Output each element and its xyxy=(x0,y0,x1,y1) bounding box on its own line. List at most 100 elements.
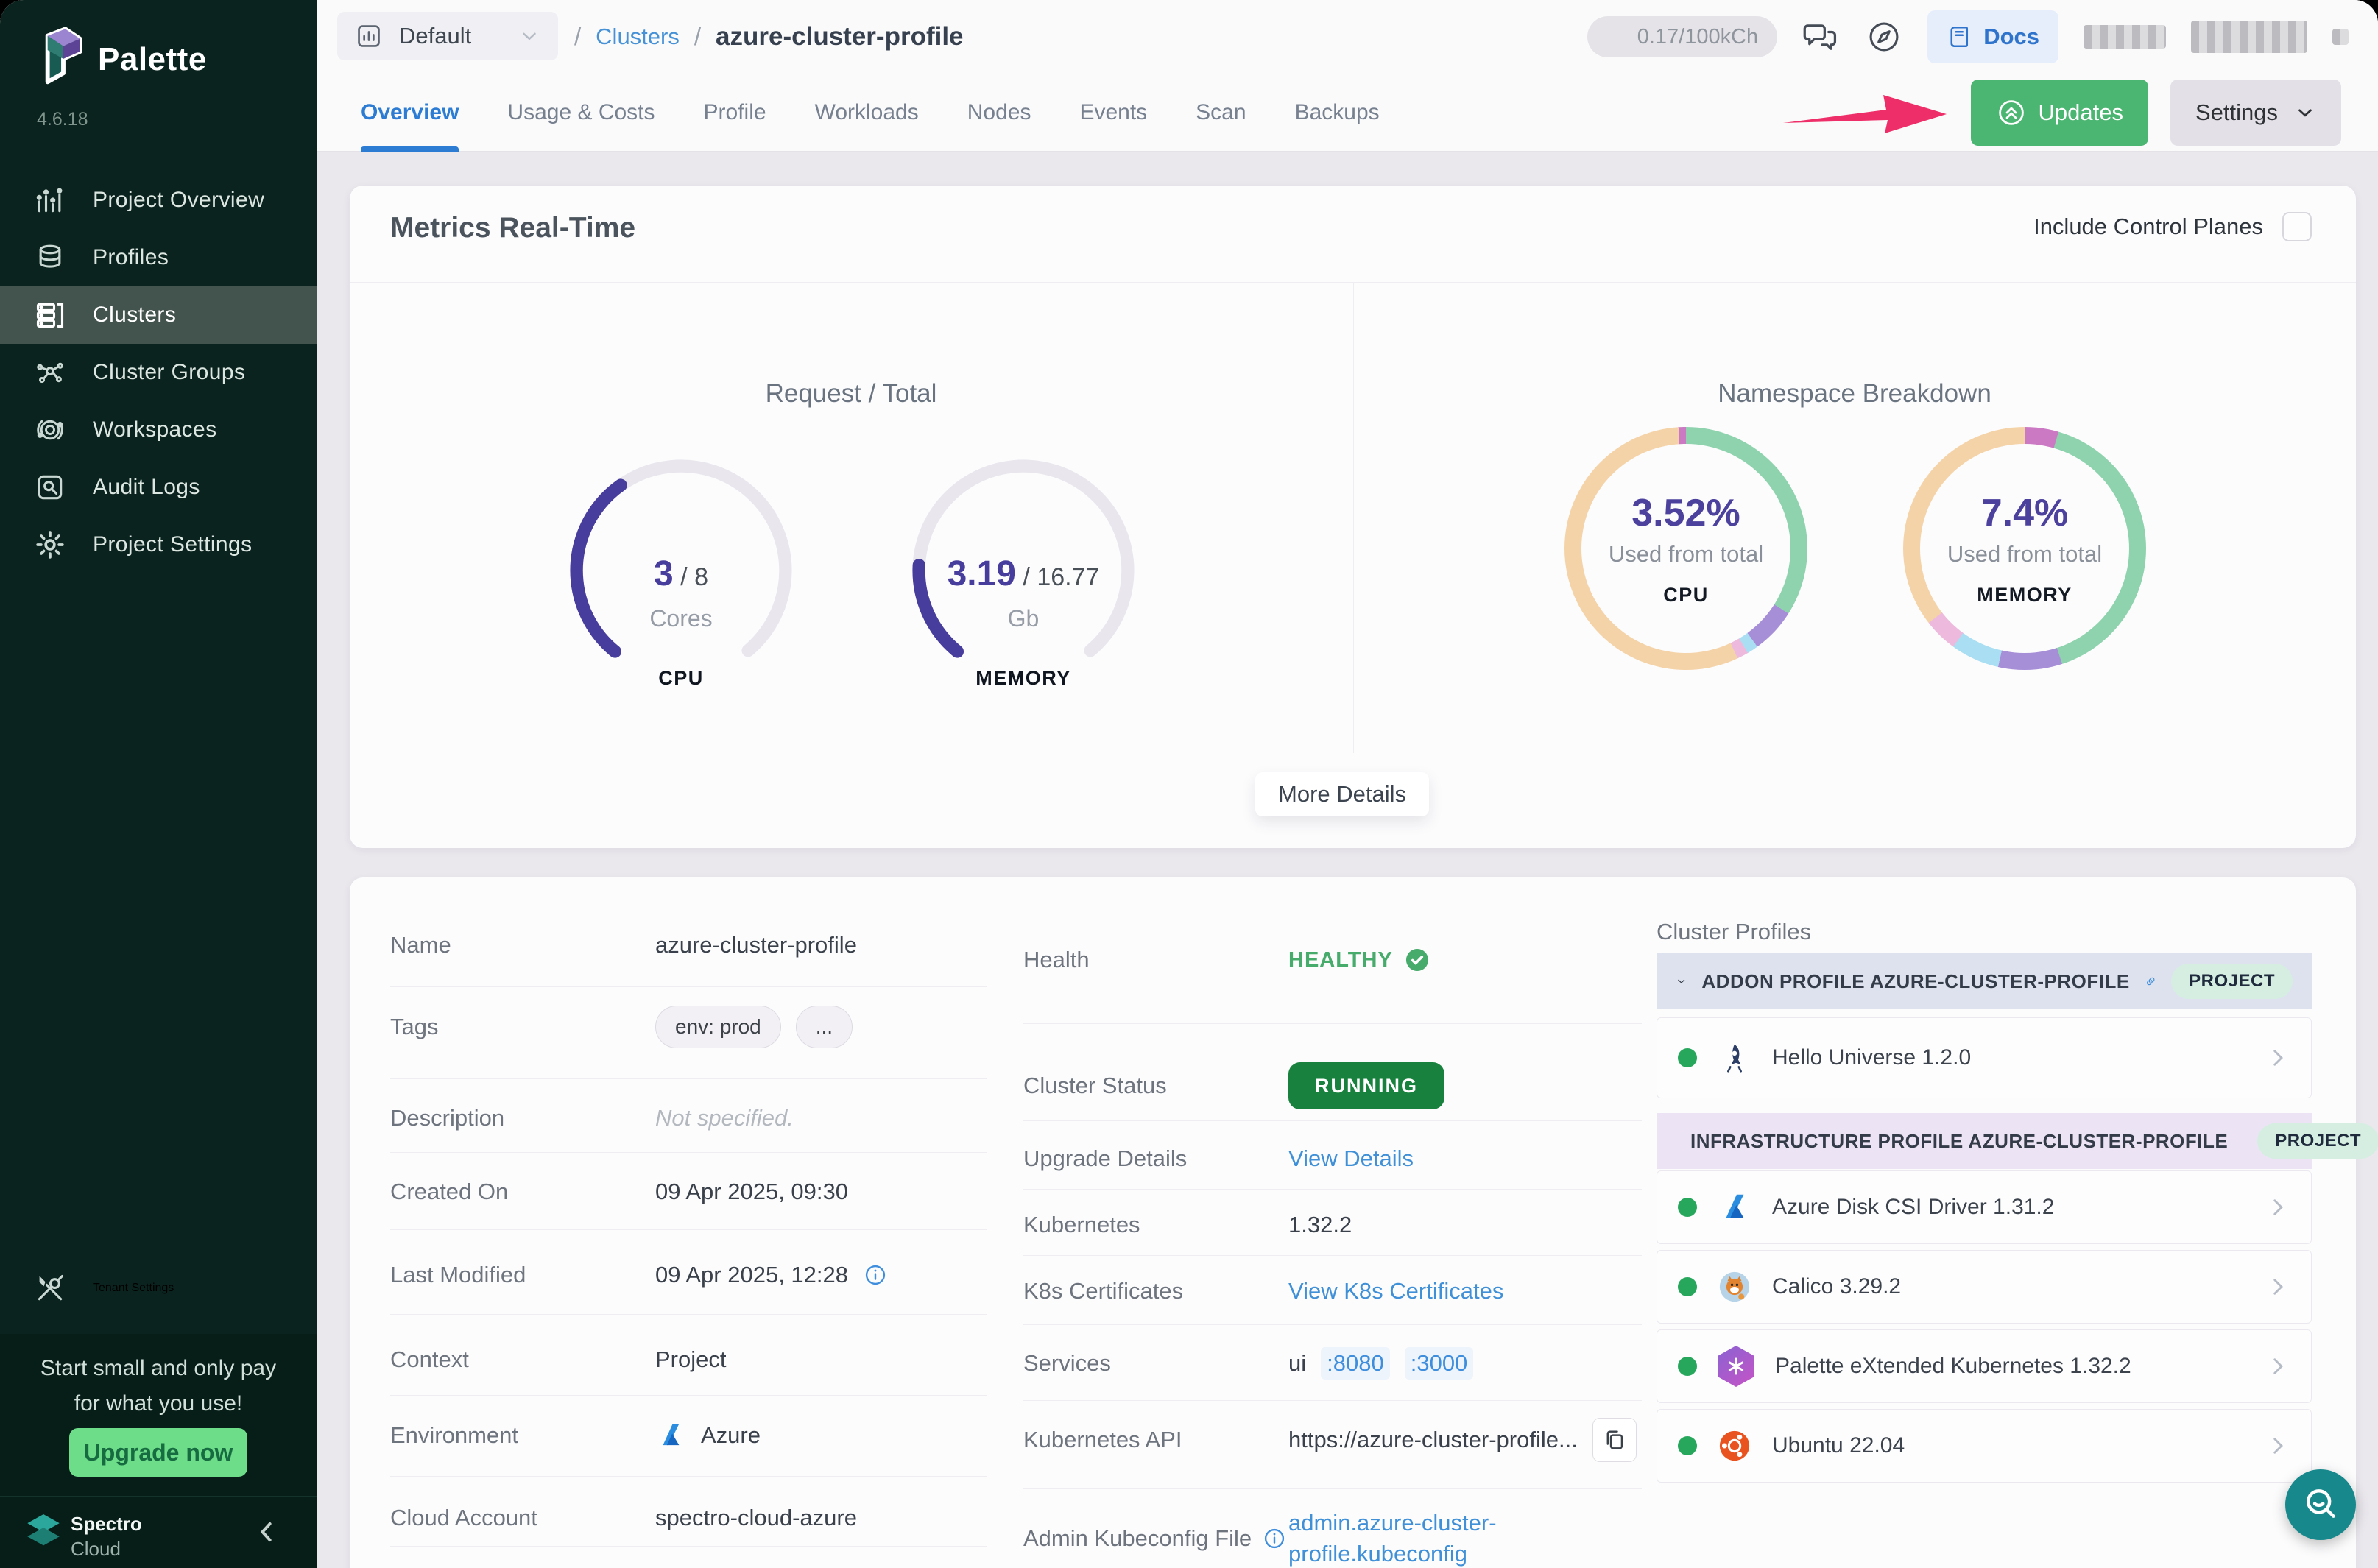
detail-row-cluster-status: Cluster Status RUNNING xyxy=(1023,1062,1642,1110)
sidebar-item-cluster-groups[interactable]: Cluster Groups xyxy=(0,344,317,401)
detail-row-created-on: Created On 09 Apr 2025, 09:30 xyxy=(390,1170,987,1213)
tools-icon xyxy=(34,1272,66,1304)
more-details-button[interactable]: More Details xyxy=(1255,772,1429,816)
detail-row-upgrade-details: Upgrade Details View Details xyxy=(1023,1137,1642,1180)
sidebar-item-audit-logs[interactable]: Audit Logs xyxy=(0,459,317,516)
tab-overview[interactable]: Overview xyxy=(361,74,459,152)
chat-bubbles-icon xyxy=(1802,18,1841,56)
breadcrumb-separator: / xyxy=(574,23,581,51)
detail-row-last-modified: Last Modified 09 Apr 2025, 12:28 xyxy=(390,1254,987,1296)
tab-nodes[interactable]: Nodes xyxy=(967,74,1031,152)
brand-name: Palette xyxy=(98,41,207,78)
service-port-link[interactable]: :8080 xyxy=(1321,1347,1390,1380)
sidebar-item-project-overview[interactable]: Project Overview xyxy=(0,172,317,229)
namespace-breakdown-title: Namespace Breakdown xyxy=(1353,379,2356,409)
chevron-right-icon xyxy=(2265,1045,2290,1070)
divider xyxy=(390,1078,987,1079)
infrastructure-profile-header[interactable]: INFRASTRUCTURE PROFILE AZURE-CLUSTER-PRO… xyxy=(1657,1113,2312,1169)
page-title: azure-cluster-profile xyxy=(716,22,963,52)
tab-scan[interactable]: Scan xyxy=(1196,74,1246,152)
divider xyxy=(390,1395,987,1396)
detail-row-kubernetes-api: Kubernetes API https://azure-cluster-pro… xyxy=(1023,1417,1642,1463)
profile-layer-ubuntu[interactable]: Ubuntu 22.04 xyxy=(1657,1409,2312,1483)
top-right-controls: 0.17/100kCh Docs xyxy=(1587,0,2349,74)
addon-profile-header[interactable]: ADDON PROFILE AZURE-CLUSTER-PROFILE PROJ… xyxy=(1657,953,2312,1009)
tab-profile[interactable]: Profile xyxy=(704,74,766,152)
tab-usage-costs[interactable]: Usage & Costs xyxy=(507,74,655,152)
tab-events[interactable]: Events xyxy=(1079,74,1147,152)
bar-chart-icon xyxy=(34,184,66,216)
info-icon[interactable] xyxy=(1262,1526,1287,1551)
tag-overflow-chip[interactable]: ... xyxy=(796,1006,853,1048)
detail-row-k8s-certificates: K8s Certificates View K8s Certificates xyxy=(1023,1270,1642,1313)
promo-text-line1: Start small and only pay xyxy=(0,1356,317,1381)
link-icon xyxy=(2145,970,2156,993)
footer-brand-line2: Cloud xyxy=(71,1538,121,1561)
orbit-icon xyxy=(34,414,66,446)
chevron-right-icon xyxy=(2265,1433,2290,1458)
profile-layer-hello-universe[interactable]: Hello Universe 1.2.0 xyxy=(1657,1017,2312,1098)
docs-button[interactable]: Docs xyxy=(1927,10,2058,63)
sidebar-item-tenant-settings[interactable]: Tenant Settings xyxy=(0,1259,317,1318)
request-total-title: Request / Total xyxy=(350,379,1352,409)
redacted-dot xyxy=(2332,29,2349,45)
sidebar-item-clusters[interactable]: Clusters xyxy=(0,286,317,344)
detail-row-description: Description Not specified. xyxy=(390,1097,987,1140)
chevron-down-icon xyxy=(2294,102,2316,124)
calico-icon xyxy=(1718,1270,1751,1304)
collapse-sidebar-chevron-icon[interactable] xyxy=(250,1516,283,1548)
usage-meter-badge: 0.17/100kCh xyxy=(1587,16,1777,57)
sidebar-item-workspaces[interactable]: Workspaces xyxy=(0,401,317,459)
copy-api-url-button[interactable] xyxy=(1592,1418,1637,1462)
top-bar: Default / Clusters / azure-cluster-profi… xyxy=(317,0,2378,74)
detail-row-context: Context Project xyxy=(390,1338,987,1381)
view-k8s-certificates-link[interactable]: View K8s Certificates xyxy=(1288,1278,1503,1304)
sidebar: Palette 4.6.18 Project Overview Profiles xyxy=(0,0,317,1568)
redacted-user-text xyxy=(2084,25,2166,49)
sidebar-item-label: Tenant Settings xyxy=(93,1282,174,1295)
settings-button-label: Settings xyxy=(2195,99,2278,126)
view-details-link[interactable]: View Details xyxy=(1288,1145,1414,1172)
detail-row-admin-kubeconfig: Admin Kubeconfig File admin.azure-cluste… xyxy=(1023,1508,1642,1568)
settings-button[interactable]: Settings xyxy=(2170,80,2341,146)
azure-disk-csi-icon xyxy=(1718,1190,1751,1224)
detail-row-health: Health HEALTHY xyxy=(1023,939,1642,981)
sidebar-item-profiles[interactable]: Profiles xyxy=(0,229,317,286)
detail-row-kubernetes: Kubernetes 1.32.2 xyxy=(1023,1204,1642,1246)
sidebar-item-label: Cluster Groups xyxy=(93,360,245,385)
app-window: Palette 4.6.18 Project Overview Profiles xyxy=(0,0,2378,1568)
breadcrumb: / Clusters / azure-cluster-profile xyxy=(574,0,964,74)
profile-layer-calico[interactable]: Calico 3.29.2 xyxy=(1657,1250,2312,1324)
profile-layer-azure-disk-csi[interactable]: Azure Disk CSI Driver 1.31.2 xyxy=(1657,1170,2312,1244)
upgrade-now-button[interactable]: Upgrade now xyxy=(69,1428,247,1477)
tab-workloads[interactable]: Workloads xyxy=(815,74,919,152)
include-control-planes-checkbox[interactable] xyxy=(2282,212,2312,241)
explore-compass-button[interactable] xyxy=(1866,18,1902,55)
project-chart-icon xyxy=(355,22,383,50)
help-search-fab[interactable] xyxy=(2285,1469,2356,1540)
project-selector[interactable]: Default xyxy=(337,12,558,60)
divider xyxy=(390,1314,987,1315)
service-port-link[interactable]: :3000 xyxy=(1405,1347,1474,1380)
detail-row-name: Name azure-cluster-profile xyxy=(390,924,987,967)
tab-backups[interactable]: Backups xyxy=(1295,74,1380,152)
info-icon[interactable] xyxy=(863,1262,888,1288)
kubeconfig-download-link[interactable]: admin.azure-cluster- profile.kubeconfig xyxy=(1288,1508,1497,1568)
cluster-tabs-bar: Overview Usage & Costs Profile Workloads… xyxy=(317,74,2378,152)
divider xyxy=(1023,1189,1642,1190)
breadcrumb-clusters-link[interactable]: Clusters xyxy=(596,24,680,50)
updates-button[interactable]: Updates xyxy=(1971,80,2148,146)
sidebar-item-project-settings[interactable]: Project Settings xyxy=(0,516,317,573)
metrics-card: Metrics Real-Time Include Control Planes… xyxy=(350,186,2356,848)
divider xyxy=(390,1229,987,1230)
spectro-cloud-logo xyxy=(22,1510,65,1553)
tabs: Overview Usage & Costs Profile Workloads… xyxy=(361,74,1380,152)
detail-row-services: Services ui :8080 :3000 xyxy=(1023,1342,1642,1385)
cluster-details-card: Name azure-cluster-profile Tags env: pro… xyxy=(350,877,2356,1568)
tab-actions: Updates Settings xyxy=(1783,74,2341,152)
book-icon xyxy=(1947,24,1973,50)
detail-row-environment: Environment Azure xyxy=(390,1412,987,1459)
chevron-right-icon xyxy=(2265,1354,2290,1379)
feedback-chat-button[interactable] xyxy=(1802,18,1841,56)
profile-layer-palette-extended-k8s[interactable]: Palette eXtended Kubernetes 1.32.2 xyxy=(1657,1329,2312,1403)
